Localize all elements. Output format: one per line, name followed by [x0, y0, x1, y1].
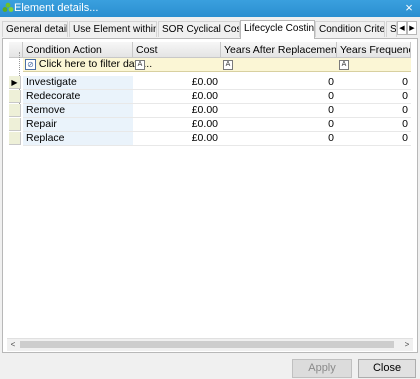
column-header-cost[interactable]: Cost: [133, 42, 221, 58]
row-selector[interactable]: [9, 132, 21, 145]
table-row[interactable]: Redecorate £0.00 0 0: [9, 90, 411, 104]
tab-sor-cyclical-costs[interactable]: SOR Cyclical Costs: [158, 21, 240, 37]
cell-cost[interactable]: £0.00: [133, 132, 221, 146]
tab-lifecycle-costing[interactable]: Lifecycle Costing: [240, 20, 315, 39]
row-selector[interactable]: [9, 90, 21, 103]
column-header-years-after-replacement[interactable]: Years After Replacement: [221, 42, 337, 58]
cell-condition-action[interactable]: Investigate: [23, 76, 133, 90]
cell-years-after-replacement[interactable]: 0: [221, 76, 337, 90]
cost-filter-condition-icon[interactable]: A: [135, 60, 145, 70]
cell-years-after-replacement[interactable]: 0: [221, 118, 337, 132]
tab-general-details[interactable]: General details: [2, 21, 68, 37]
table-row[interactable]: Remove £0.00 0 0: [9, 104, 411, 118]
tab-use-element-within[interactable]: Use Element within ..: [69, 21, 157, 37]
title-bar: Element details... ×: [0, 0, 420, 17]
row-selector[interactable]: [9, 118, 21, 131]
element-icon: [2, 2, 14, 12]
column-header-condition-action[interactable]: Condition Action: [23, 42, 133, 58]
tab-truncated[interactable]: S: [386, 21, 397, 37]
cell-cost[interactable]: £0.00: [133, 118, 221, 132]
horizontal-scrollbar[interactable]: < >: [7, 338, 413, 351]
filter-cell: ⊘ Click here to filter data...: [25, 58, 152, 71]
cell-condition-action[interactable]: Redecorate: [23, 90, 133, 104]
lifecycle-costing-panel: Condition Action Cost Years After Replac…: [2, 38, 418, 353]
scrollbar-thumb[interactable]: [20, 341, 394, 348]
table-row[interactable]: Repair £0.00 0 0: [9, 118, 411, 132]
tab-scroll-left-icon[interactable]: ◀: [397, 21, 407, 35]
close-icon[interactable]: ×: [402, 0, 416, 16]
scroll-right-icon[interactable]: >: [401, 339, 413, 351]
cell-condition-action[interactable]: Remove: [23, 104, 133, 118]
cell-condition-action[interactable]: Replace: [23, 132, 133, 146]
cell-cost[interactable]: £0.00: [133, 76, 221, 90]
cell-years-frequency[interactable]: 0: [337, 132, 411, 146]
filter-row[interactable]: ⊘ Click here to filter data... A A A: [23, 58, 411, 72]
lifecycle-grid: Condition Action Cost Years After Replac…: [9, 42, 411, 338]
column-header-years-frequency[interactable]: Years Frequency: [337, 42, 411, 58]
cell-years-after-replacement[interactable]: 0: [221, 132, 337, 146]
cell-years-frequency[interactable]: 0: [337, 104, 411, 118]
cell-years-after-replacement[interactable]: 0: [221, 90, 337, 104]
years-after-filter-condition-icon[interactable]: A: [223, 60, 233, 70]
close-button[interactable]: Close: [358, 359, 416, 378]
cell-years-frequency[interactable]: 0: [337, 76, 411, 90]
years-frequency-filter-condition-icon[interactable]: A: [339, 60, 349, 70]
cell-years-frequency[interactable]: 0: [337, 118, 411, 132]
cell-years-frequency[interactable]: 0: [337, 90, 411, 104]
tab-strip: General details Use Element within .. SO…: [2, 20, 418, 39]
cell-cost[interactable]: £0.00: [133, 104, 221, 118]
cell-years-after-replacement[interactable]: 0: [221, 104, 337, 118]
table-row[interactable]: ▶ Investigate £0.00 0 0: [9, 76, 411, 90]
tab-condition-criteria[interactable]: Condition Criteria: [315, 21, 385, 37]
window-title: Element details...: [14, 2, 99, 14]
table-row[interactable]: Replace £0.00 0 0: [9, 132, 411, 146]
apply-button[interactable]: Apply: [292, 359, 352, 378]
current-row-indicator-icon: ▶: [9, 76, 21, 89]
cell-condition-action[interactable]: Repair: [23, 118, 133, 132]
row-selector[interactable]: [9, 104, 21, 117]
cell-cost[interactable]: £0.00: [133, 90, 221, 104]
tab-scroll-right-icon[interactable]: ▶: [407, 21, 417, 35]
scroll-left-icon[interactable]: <: [7, 339, 19, 351]
